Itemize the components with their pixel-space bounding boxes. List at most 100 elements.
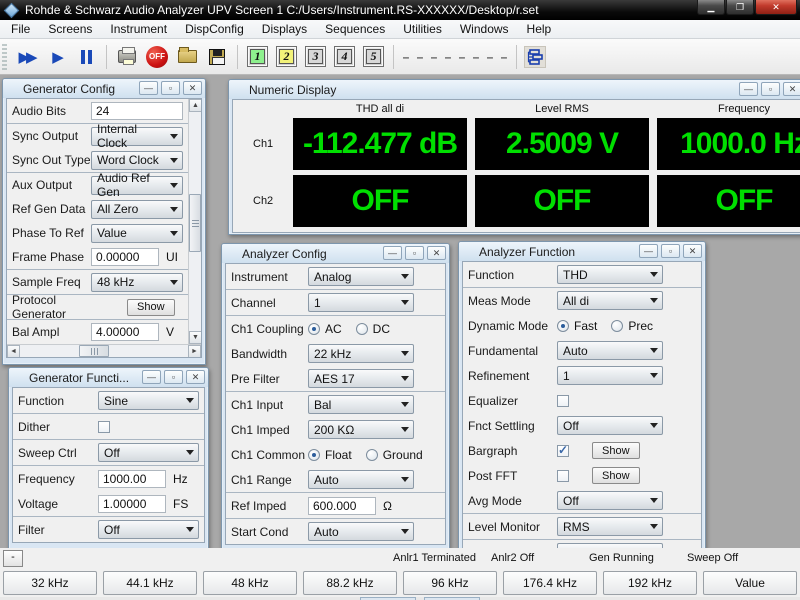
menu-item-instrument[interactable]: Instrument	[101, 20, 176, 39]
h-scroll-thumb[interactable]	[79, 345, 109, 357]
equalizer-checkbox[interactable]	[557, 394, 569, 407]
ch1-imped-dropdown[interactable]: 200 KΩ	[308, 420, 414, 439]
ch1-common-radio-float[interactable]: Float	[308, 448, 352, 462]
save-file-button[interactable]	[204, 44, 230, 70]
ch1-input-dropdown[interactable]: Bal	[308, 395, 414, 414]
aux-output-dropdown[interactable]: Audio Ref Gen	[91, 171, 183, 199]
minimize-button[interactable]: ▁	[697, 0, 725, 15]
function-dropdown[interactable]: Sine	[98, 391, 199, 410]
post-fft-checkbox[interactable]	[557, 469, 569, 482]
minimize-button[interactable]: —	[383, 246, 402, 260]
minimize-button[interactable]: —	[139, 81, 158, 95]
screen-3-button[interactable]: 3	[305, 46, 326, 67]
ref-gen-data-dropdown[interactable]: All Zero	[91, 199, 183, 219]
bargraph-show-button[interactable]: Show	[592, 442, 640, 459]
panel-titlebar-generator-functi[interactable]: Generator Functi... — ▫ ✕	[9, 368, 208, 387]
minimize-button[interactable]: —	[142, 370, 161, 384]
scroll-down-button[interactable]: ▼	[189, 331, 201, 344]
function-dropdown[interactable]: THD	[557, 265, 663, 284]
bandwidth-dropdown[interactable]: 22 kHz	[308, 344, 414, 363]
pre-filter-dropdown[interactable]: AES 17	[308, 369, 414, 388]
maximize-button[interactable]: ▫	[161, 81, 180, 95]
refinement-dropdown[interactable]: 1	[557, 366, 663, 385]
channel-dropdown[interactable]: 1	[308, 293, 414, 312]
bal-ampl-input[interactable]: 4.00000	[91, 323, 159, 341]
frame-phase-input[interactable]: 0.00000	[91, 248, 159, 266]
sample-freq-dropdown[interactable]: 48 kHz	[91, 272, 183, 292]
ch1-coupling-radio-dc[interactable]: DC	[355, 322, 390, 336]
menu-item-displays[interactable]: Displays	[253, 20, 316, 39]
panel-titlebar-numeric-display[interactable]: Numeric Display — ▫ ✕	[229, 80, 800, 99]
close-button[interactable]: ✕	[683, 244, 702, 258]
sync-out-type-dropdown[interactable]: Word Clock	[91, 150, 183, 170]
close-button[interactable]: ✕	[427, 246, 446, 260]
ch1-range-dropdown[interactable]: Auto	[308, 470, 414, 489]
close-button[interactable]: ✕	[183, 81, 202, 95]
ch1-common-radio-ground[interactable]: Ground	[365, 448, 423, 462]
maximize-button[interactable]: ❐	[726, 0, 754, 15]
close-button[interactable]: ✕	[755, 0, 797, 15]
post-fft-show-button[interactable]: Show	[592, 467, 640, 484]
scroll-right-button[interactable]: ►	[188, 345, 201, 357]
instrument-dropdown[interactable]: Analog	[308, 267, 414, 286]
open-file-button[interactable]	[174, 44, 200, 70]
screen-5-button[interactable]: 5	[363, 46, 384, 67]
maximize-button[interactable]: ▫	[164, 370, 183, 384]
softkey-88-2-khz[interactable]: 88.2 kHz	[303, 571, 397, 595]
level-monitor-dropdown[interactable]: RMS	[557, 517, 663, 536]
panel-titlebar-analyzer-config[interactable]: Analyzer Config — ▫ ✕	[222, 244, 449, 263]
v-scroll-thumb[interactable]	[189, 194, 201, 252]
panel-titlebar-generator-config[interactable]: Generator Config — ▫ ✕	[3, 79, 205, 98]
maximize-button[interactable]: ▫	[405, 246, 424, 260]
fnct-settling-dropdown[interactable]: Off	[557, 416, 663, 435]
audio-bits-input[interactable]: 24	[91, 102, 183, 120]
v-scrollbar[interactable]: ▲ ▼	[188, 99, 201, 344]
filter-dropdown[interactable]: Off	[98, 520, 199, 539]
softkey-44-1-khz[interactable]: 44.1 kHz	[103, 571, 197, 595]
menu-item-screens[interactable]: Screens	[39, 20, 101, 39]
sweep-ctrl-dropdown[interactable]: Off	[98, 443, 199, 462]
fundamental-dropdown[interactable]: Auto	[557, 341, 663, 360]
sequence-tree-button[interactable]	[524, 45, 546, 68]
menu-item-sequences[interactable]: Sequences	[316, 20, 394, 39]
menu-item-file[interactable]: File	[2, 20, 39, 39]
menu-item-utilities[interactable]: Utilities	[394, 20, 451, 39]
maximize-button[interactable]: ▫	[661, 244, 680, 258]
statusbar-collapse-button[interactable]: -	[3, 550, 23, 567]
start-cond-dropdown[interactable]: Auto	[308, 522, 414, 541]
dither-checkbox[interactable]	[98, 420, 110, 433]
fast-forward-button[interactable]: ▶▶	[13, 44, 39, 70]
sync-output-dropdown[interactable]: Internal Clock	[91, 122, 183, 150]
menu-item-help[interactable]: Help	[518, 20, 561, 39]
output-off-button[interactable]: OFF	[144, 44, 170, 70]
print-button[interactable]	[114, 44, 140, 70]
maximize-button[interactable]: ▫	[761, 82, 780, 96]
ref-imped-input[interactable]: 600.000	[308, 496, 376, 515]
bargraph-checkbox[interactable]	[557, 443, 569, 457]
h-scrollbar[interactable]: ◄ ►	[7, 344, 201, 357]
menu-item-dispconfig[interactable]: DispConfig	[176, 20, 253, 39]
minimize-button[interactable]: —	[739, 82, 758, 96]
ch1-coupling-radio-ac[interactable]: AC	[308, 322, 342, 336]
softkey-32-khz[interactable]: 32 kHz	[3, 571, 97, 595]
voltage-input[interactable]: 1.00000	[98, 494, 166, 513]
screen-2-button[interactable]: 2	[276, 46, 297, 67]
softkey-96-khz[interactable]: 96 kHz	[403, 571, 497, 595]
frequency-input[interactable]: 1000.00	[98, 469, 166, 488]
play-button[interactable]: ▶	[43, 44, 69, 70]
screen-1-button[interactable]: 1	[247, 46, 268, 67]
scroll-left-button[interactable]: ◄	[7, 345, 20, 357]
close-button[interactable]: ✕	[783, 82, 800, 96]
softkey-48-khz[interactable]: 48 kHz	[203, 571, 297, 595]
pause-button[interactable]	[73, 44, 99, 70]
minimize-button[interactable]: —	[639, 244, 658, 258]
softkey-value[interactable]: Value	[703, 571, 797, 595]
meas-mode-dropdown[interactable]: All di	[557, 291, 663, 310]
dynamic-mode-radio-prec[interactable]: Prec	[611, 319, 653, 333]
phase-to-ref-dropdown[interactable]: Value	[91, 223, 183, 243]
window-titlebar[interactable]: Rohde & Schwarz Audio Analyzer UPV Scree…	[0, 0, 800, 20]
softkey-176-4-khz[interactable]: 176.4 kHz	[503, 571, 597, 595]
close-button[interactable]: ✕	[186, 370, 205, 384]
avg-mode-dropdown[interactable]: Off	[557, 491, 663, 510]
dynamic-mode-radio-fast[interactable]: Fast	[557, 319, 597, 333]
